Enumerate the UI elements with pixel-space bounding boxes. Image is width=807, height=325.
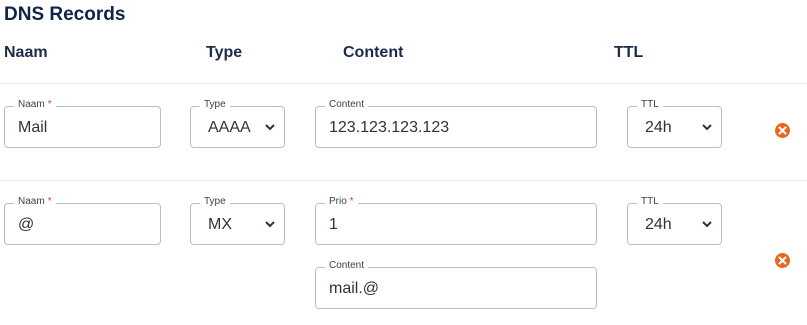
delete-circle-x-icon [778, 256, 787, 265]
naam-field-label: Naam [18, 196, 45, 207]
ttl-value: 24h [645, 119, 672, 136]
record-2-content-input[interactable]: Content mail.@ [315, 260, 597, 309]
chevron-down-icon [702, 124, 712, 131]
type-field-label: Type [200, 99, 230, 111]
delete-record-1-button[interactable] [775, 123, 790, 138]
record-1-ttl-select[interactable]: TTL 24h [627, 99, 722, 148]
required-marker: * [47, 196, 52, 207]
type-value: MX [208, 216, 232, 233]
row-divider [0, 83, 807, 84]
chevron-down-icon [265, 124, 275, 131]
ttl-value: 24h [645, 216, 672, 233]
content-field-label: Content [325, 260, 369, 272]
record-2-ttl-select[interactable]: TTL 24h [627, 196, 722, 245]
content-value: mail.@ [329, 280, 380, 297]
ttl-field-label: TTL [637, 99, 663, 111]
chevron-down-icon [702, 221, 712, 228]
ttl-field-label: TTL [637, 196, 663, 208]
record-1-naam-input[interactable]: Naam * Mail [4, 99, 161, 148]
column-header-type: Type [206, 44, 243, 61]
content-value: 123.123.123.123 [329, 119, 450, 136]
delete-circle-x-icon [778, 126, 787, 135]
column-header-content: Content [343, 44, 404, 61]
column-header-ttl: TTL [614, 44, 644, 61]
record-1-content-input[interactable]: Content 123.123.123.123 [315, 99, 597, 148]
naam-value: @ [18, 216, 35, 233]
column-header-naam: Naam [4, 44, 48, 61]
record-2-prio-input[interactable]: Prio * 1 [315, 196, 597, 245]
naam-value: Mail [18, 119, 48, 136]
type-value: AAAA [208, 119, 251, 136]
naam-field-label: Naam [18, 99, 45, 110]
section-title: DNS Records [4, 4, 126, 25]
type-field-label: Type [200, 196, 230, 208]
row-divider [0, 180, 807, 181]
chevron-down-icon [265, 221, 275, 228]
prio-field-label: Prio [329, 196, 347, 207]
delete-record-2-button[interactable] [775, 253, 790, 268]
record-2-naam-input[interactable]: Naam * @ [4, 196, 161, 245]
record-1-type-select[interactable]: Type AAAA [190, 99, 285, 148]
required-marker: * [47, 99, 52, 110]
prio-value: 1 [329, 216, 338, 233]
content-field-label: Content [325, 99, 369, 111]
record-2-type-select[interactable]: Type MX [190, 196, 285, 245]
required-marker: * [349, 196, 354, 207]
